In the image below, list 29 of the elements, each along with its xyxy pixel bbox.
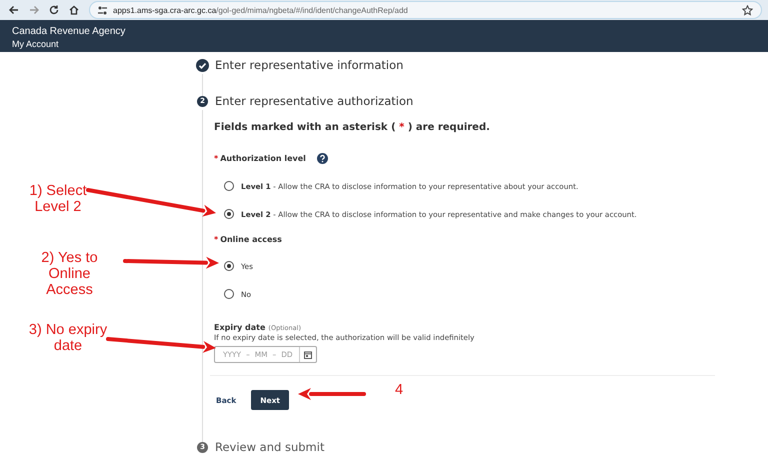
- help-icon[interactable]: [316, 153, 328, 164]
- field-label: Authorization level: [220, 154, 306, 163]
- reload-icon[interactable]: [49, 5, 59, 15]
- star-icon: [742, 4, 753, 16]
- required-asterisk: *: [214, 154, 218, 163]
- radio-button[interactable]: [224, 181, 234, 191]
- home-icon[interactable]: [69, 5, 79, 15]
- step-title: Enter representative authorization: [215, 94, 414, 108]
- radio-button[interactable]: [224, 261, 234, 271]
- url-text: apps1.ams-sga.cra-arc.gc.ca/gol-ged/mima/ngbeta/#/ind/ident/changeAuthRep/add: [113, 6, 408, 14]
- annotation-text: 3) No expiry date: [28, 322, 108, 354]
- site-info-icon: [98, 6, 107, 14]
- required-note: Fields marked with an asterisk ( * ) are required.: [214, 122, 491, 133]
- calendar-icon: [304, 350, 312, 358]
- radio-button[interactable]: [224, 209, 234, 219]
- annotation-text: 1) Select Level 2: [28, 183, 88, 215]
- agency-title: Canada Revenue Agency: [12, 26, 126, 38]
- annotation-text: 2) Yes to Online Access: [40, 250, 99, 298]
- address-bar[interactable]: apps1.ams-sga.cra-arc.gc.ca/gol-ged/mima/ngbeta/#/ind/ident/changeAuthRep/add: [89, 1, 762, 19]
- step-title: Review and submit: [215, 440, 324, 454]
- field-label: Online access: [220, 235, 282, 244]
- step-title: Enter representative information: [215, 58, 404, 72]
- field-label: Expiry date: [214, 323, 266, 332]
- back-icon[interactable]: [9, 5, 19, 15]
- required-asterisk: *: [214, 235, 218, 244]
- radio-button[interactable]: [224, 289, 234, 299]
- account-title: My Account: [12, 38, 60, 50]
- arrow: [298, 388, 366, 400]
- annotation-text: 4: [394, 382, 404, 398]
